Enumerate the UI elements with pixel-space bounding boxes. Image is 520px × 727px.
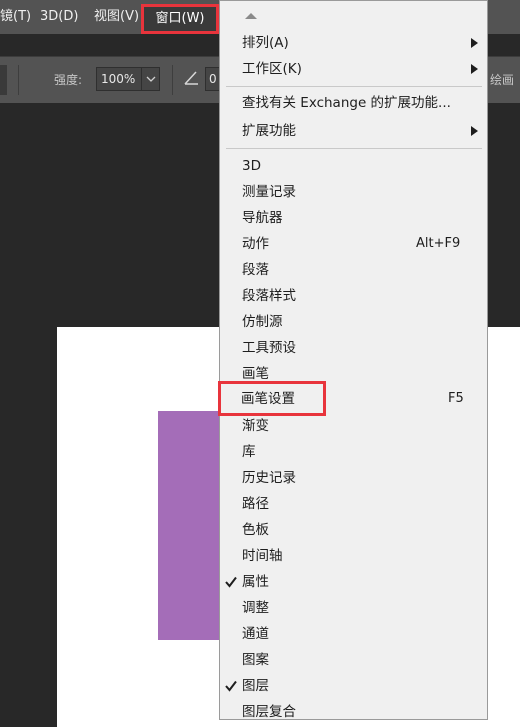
menu-item-panel[interactable]: 色板 — [220, 517, 487, 543]
menu-filter[interactable]: 镜(T) — [0, 0, 31, 34]
menu-item-label: 图层复合 — [242, 704, 296, 720]
menu-separator — [226, 86, 482, 87]
menu-item-brush-settings-label[interactable]: 画笔设置 — [241, 386, 295, 412]
checkmark-icon — [225, 576, 237, 588]
tool-preset-box[interactable] — [0, 65, 7, 95]
menu-item-label: 色板 — [242, 522, 269, 538]
menu-item-panel[interactable]: 工具预设 — [220, 335, 487, 361]
menu-item-panel[interactable]: 图案 — [220, 647, 487, 673]
menu-item-shortcut: Alt+F9 — [416, 236, 461, 251]
menu-item-panel[interactable]: 仿制源 — [220, 309, 487, 335]
divider — [172, 65, 173, 95]
purple-shape — [158, 411, 228, 640]
menu-item-label: 历史记录 — [242, 470, 296, 486]
menu-item-label: 工作区(K) — [242, 61, 302, 77]
menu-item-find-exchange[interactable]: 查找有关 Exchange 的扩展功能... — [220, 90, 487, 116]
divider — [18, 65, 19, 95]
menu-item-panel[interactable]: 段落 — [220, 257, 487, 283]
submenu-arrow-icon — [471, 38, 478, 48]
menu-separator — [226, 148, 482, 149]
menu-3d[interactable]: 3D(D) — [40, 0, 78, 34]
menu-item-label: 查找有关 Exchange 的扩展功能... — [242, 95, 451, 111]
menu-item-panel[interactable]: 属性 — [220, 569, 487, 595]
chevron-down-icon — [146, 76, 156, 82]
menu-item-panel[interactable]: 历史记录 — [220, 465, 487, 491]
menu-item-label: 调整 — [242, 600, 269, 616]
menu-item-label: 段落 — [242, 262, 269, 278]
angle-icon — [184, 71, 198, 85]
menu-item-label: 属性 — [242, 574, 269, 590]
menu-item-panel[interactable]: 3D — [220, 153, 487, 179]
menu-item-panel[interactable]: 库 — [220, 439, 487, 465]
menu-item-arrange[interactable]: 排列(A) — [220, 30, 487, 56]
menu-item-panel[interactable]: 导航器 — [220, 205, 487, 231]
menu-item-label: 3D — [242, 158, 261, 174]
menu-item-panel[interactable]: 渐变 — [220, 413, 487, 439]
menu-item-label: 图层 — [242, 678, 269, 694]
menu-item-label: 工具预设 — [242, 340, 296, 356]
menu-item-panel[interactable]: 测量记录 — [220, 179, 487, 205]
menu-item-label: 路径 — [242, 496, 269, 512]
menu-item-label: 段落样式 — [242, 288, 296, 304]
paint-label: 绘画 — [490, 73, 515, 87]
menu-item-panel[interactable]: 路径 — [220, 491, 487, 517]
menu-item-label: 排列(A) — [242, 35, 289, 51]
checkmark-icon — [225, 680, 237, 692]
menu-item-label: 时间轴 — [242, 548, 283, 564]
menu-item-panel[interactable]: 图层复合 — [220, 699, 487, 725]
strength-dropdown-button[interactable] — [142, 67, 160, 91]
submenu-arrow-icon — [471, 126, 478, 136]
menu-item-label: 测量记录 — [242, 184, 296, 200]
menu-item-label: 导航器 — [242, 210, 283, 226]
strength-label: 强度: — [54, 73, 83, 87]
menu-item-label: 通道 — [242, 626, 269, 642]
menu-item-label: 动作 — [242, 236, 269, 252]
menu-window[interactable]: 窗口(W) — [141, 4, 219, 34]
menu-view[interactable]: 视图(V) — [94, 0, 139, 34]
menu-item-panel[interactable]: 图层 — [220, 673, 487, 699]
strength-input[interactable]: 100% — [96, 67, 142, 91]
menu-item-panel[interactable]: 调整 — [220, 595, 487, 621]
menu-item-extensions[interactable]: 扩展功能 — [220, 118, 487, 144]
scroll-up-icon[interactable] — [244, 11, 258, 20]
brush-settings-shortcut: F5 — [448, 391, 464, 406]
menu-item-label: 渐变 — [242, 418, 269, 434]
submenu-arrow-icon — [471, 64, 478, 74]
menu-item-panel[interactable]: 段落样式 — [220, 283, 487, 309]
menu-item-label: 仿制源 — [242, 314, 283, 330]
menu-item-workspace[interactable]: 工作区(K) — [220, 56, 487, 82]
menu-item-panel[interactable]: 动作 Alt+F9 — [220, 231, 487, 257]
window-dropdown-menu: 排列(A) 工作区(K) 查找有关 Exchange 的扩展功能... 扩展功能… — [219, 0, 488, 720]
menu-item-label: 扩展功能 — [242, 123, 296, 139]
menu-item-panel[interactable]: 时间轴 — [220, 543, 487, 569]
menu-item-panel[interactable]: 通道 — [220, 621, 487, 647]
menu-item-label: 图案 — [242, 652, 269, 668]
menu-item-label: 库 — [242, 444, 256, 460]
